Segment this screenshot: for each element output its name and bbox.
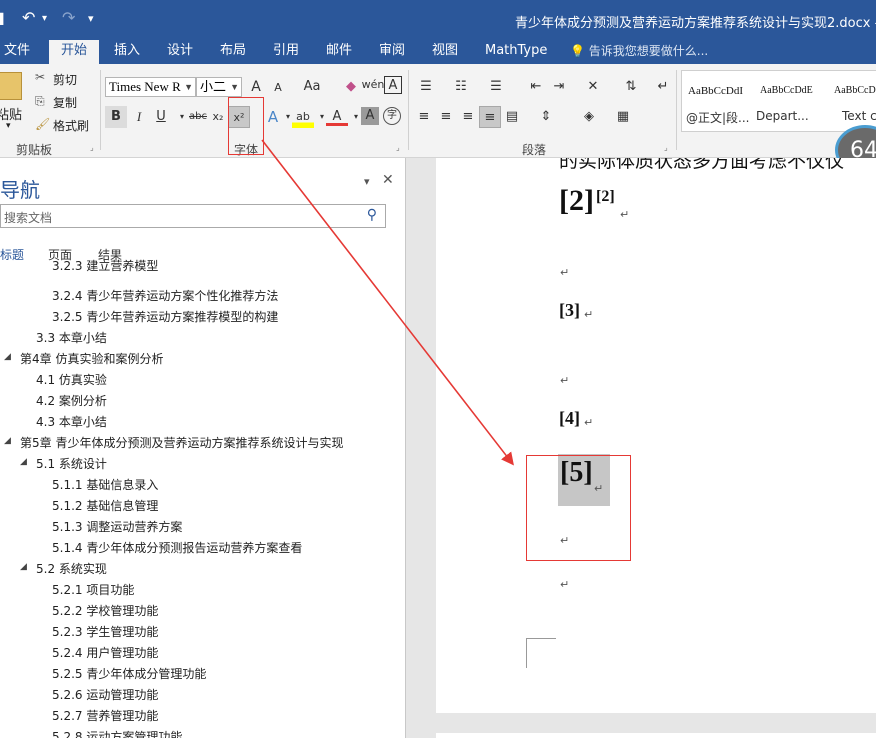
annotation-arrow (261, 139, 514, 466)
word-window: ▮ ↶ ▾ ↷ ▾ 青少年体成分预测及营养运动方案推荐系统设计与实现2.docx… (0, 0, 876, 738)
